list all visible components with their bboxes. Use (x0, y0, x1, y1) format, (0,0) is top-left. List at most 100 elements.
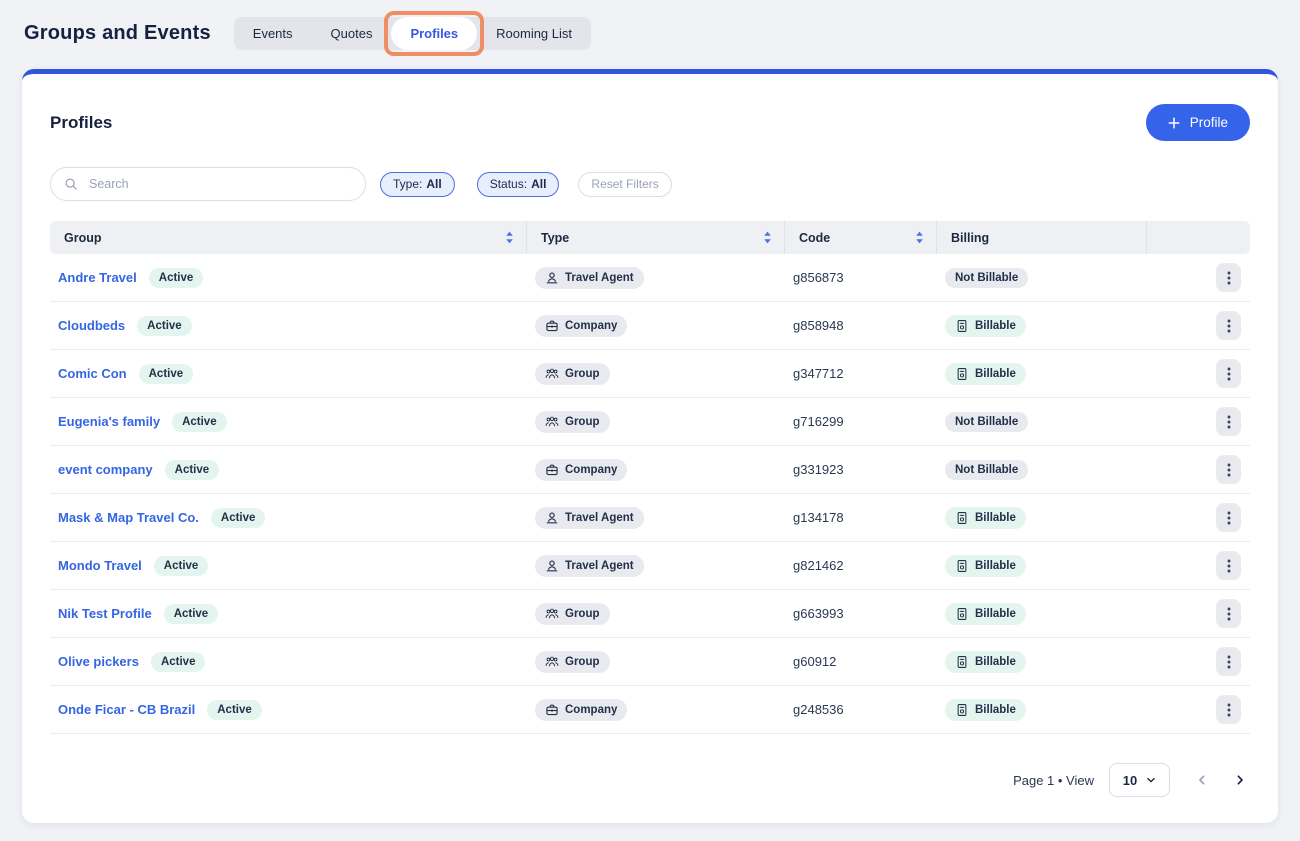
table-row: Nik Test Profile Active Group g663993 Bi… (50, 590, 1250, 638)
group-link[interactable]: event company (58, 462, 153, 477)
table-row: Andre Travel Active Travel Agent g856873… (50, 254, 1250, 302)
column-label: Billing (951, 230, 990, 245)
table-row: Mondo Travel Active Travel Agent g821462… (50, 542, 1250, 590)
type-label: Group (565, 415, 600, 428)
billing-label: Billable (975, 319, 1016, 332)
group-cell: Cloudbeds Active (50, 315, 527, 336)
billing-badge: Billable (945, 554, 1026, 577)
column-header-billing[interactable]: Billing (937, 221, 1147, 254)
row-actions-button[interactable] (1216, 503, 1241, 532)
kebab-icon (1227, 367, 1231, 381)
group-link[interactable]: Mondo Travel (58, 558, 142, 573)
group-icon (545, 367, 559, 381)
group-link[interactable]: Andre Travel (58, 270, 137, 285)
row-actions-button[interactable] (1216, 647, 1241, 676)
chevron-left-icon (1196, 774, 1208, 786)
add-profile-button[interactable]: Profile (1145, 104, 1250, 141)
prev-page-button[interactable] (1192, 770, 1212, 790)
row-actions-button[interactable] (1216, 311, 1241, 340)
status-badge: Active (148, 267, 204, 288)
billing-label: Billable (975, 655, 1016, 668)
chevron-down-icon (1146, 775, 1156, 785)
billing-cell: Not Billable (937, 267, 1147, 288)
billing-badge: Not Billable (945, 459, 1029, 480)
sort-icon[interactable] (915, 231, 924, 244)
row-actions-button[interactable] (1216, 551, 1241, 580)
row-actions-button[interactable] (1216, 407, 1241, 436)
sort-icon[interactable] (505, 231, 514, 244)
group-link[interactable]: Comic Con (58, 366, 127, 381)
tab-rooming-list[interactable]: Rooming List (477, 17, 591, 50)
actions-cell (1147, 695, 1250, 724)
billing-label: Billable (975, 703, 1016, 716)
status-filter-button[interactable]: Status: All (476, 171, 560, 197)
tab-events[interactable]: Events (234, 17, 312, 50)
tab-profiles[interactable]: Profiles (384, 11, 485, 56)
panel-title: Profiles (50, 112, 113, 132)
type-label: Group (565, 367, 600, 380)
type-badge: Travel Agent (535, 554, 644, 577)
row-actions-button[interactable] (1216, 263, 1241, 292)
column-header-actions[interactable] (1147, 221, 1250, 254)
table-row: Olive pickers Active Group g60912 Billab… (50, 638, 1250, 686)
billing-cell: Not Billable (937, 411, 1147, 432)
code-value: g663993 (793, 606, 844, 621)
billing-badge: Not Billable (945, 267, 1029, 288)
table-row: Eugenia's family Active Group g716299 No… (50, 398, 1250, 446)
sort-icon[interactable] (763, 231, 772, 244)
table-header-row: Group Type Code Billing (50, 221, 1250, 254)
kebab-icon (1227, 511, 1231, 525)
next-page-button[interactable] (1230, 770, 1250, 790)
row-actions-button[interactable] (1216, 455, 1241, 484)
status-filter-value: All (531, 177, 547, 191)
table-row: Cloudbeds Active Company g858948 Billabl… (50, 302, 1250, 350)
billing-label: Billable (975, 559, 1016, 572)
billing-cell: Billable (937, 602, 1147, 625)
group-link[interactable]: Olive pickers (58, 654, 139, 669)
column-label: Group (64, 230, 102, 245)
kebab-icon (1227, 703, 1231, 717)
type-filter-button[interactable]: Type: All (380, 171, 455, 197)
plus-icon (1168, 117, 1180, 129)
column-label: Type (541, 230, 570, 245)
type-label: Company (565, 703, 618, 716)
type-badge: Company (535, 698, 628, 721)
group-link[interactable]: Nik Test Profile (58, 606, 152, 621)
group-cell: event company Active (50, 459, 527, 480)
type-filter-value: All (426, 177, 442, 191)
column-header-code[interactable]: Code (785, 221, 937, 254)
billing-cell: Billable (937, 698, 1147, 721)
type-label: Group (565, 607, 600, 620)
billing-cell: Billable (937, 506, 1147, 529)
billable-icon (955, 319, 969, 333)
type-cell: Travel Agent (527, 266, 785, 289)
group-link[interactable]: Onde Ficar - CB Brazil (58, 702, 195, 717)
column-header-group[interactable]: Group (50, 221, 527, 254)
group-link[interactable]: Cloudbeds (58, 318, 125, 333)
row-actions-button[interactable] (1216, 359, 1241, 388)
row-actions-button[interactable] (1216, 599, 1241, 628)
group-link[interactable]: Mask & Map Travel Co. (58, 510, 199, 525)
page-size-select[interactable]: 10 (1109, 763, 1170, 797)
group-icon (545, 655, 559, 669)
travel-agent-icon (545, 559, 559, 573)
actions-cell (1147, 311, 1250, 340)
type-cell: Company (527, 314, 785, 337)
tab-quotes[interactable]: Quotes (312, 17, 392, 50)
code-value: g716299 (793, 414, 844, 429)
row-actions-button[interactable] (1216, 695, 1241, 724)
search-input[interactable] (50, 167, 366, 201)
search-icon (64, 177, 78, 191)
code-cell: g821462 (785, 558, 937, 573)
travel-agent-icon (545, 511, 559, 525)
billing-cell: Not Billable (937, 459, 1147, 480)
group-link[interactable]: Eugenia's family (58, 414, 160, 429)
chevron-right-icon (1234, 774, 1246, 786)
reset-filters-button[interactable]: Reset Filters (578, 171, 672, 197)
billing-cell: Billable (937, 650, 1147, 673)
type-badge: Group (535, 602, 610, 625)
column-header-type[interactable]: Type (527, 221, 785, 254)
status-badge: Active (207, 699, 262, 720)
filters-row: Type: All Status: All Reset Filters (50, 167, 1250, 201)
code-value: g331923 (793, 462, 844, 477)
